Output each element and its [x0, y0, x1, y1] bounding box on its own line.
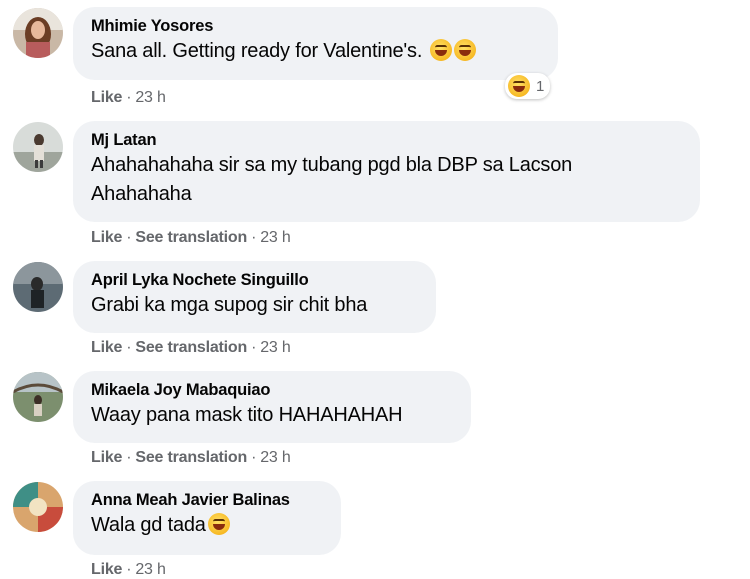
- comment-actions: Like · 23 h: [91, 89, 166, 107]
- reaction-count-badge[interactable]: 1: [505, 73, 551, 99]
- like-button[interactable]: Like: [91, 561, 122, 578]
- separator: ·: [126, 339, 132, 356]
- comment-bubble: April Lyka Nochete Singuillo Grabi ka mg…: [73, 261, 436, 333]
- comment-actions: Like · 23 h: [91, 561, 166, 579]
- timestamp[interactable]: 23 h: [135, 89, 166, 106]
- like-button[interactable]: Like: [91, 339, 122, 356]
- comment-actions: Like · See translation · 23 h: [91, 229, 291, 247]
- comment-bubble: Mhimie Yosores Sana all. Getting ready f…: [73, 7, 558, 80]
- separator: ·: [126, 229, 132, 246]
- see-translation-link[interactable]: See translation: [135, 339, 247, 356]
- timestamp[interactable]: 23 h: [260, 229, 291, 246]
- comment-text-line: Ahahahaha: [91, 183, 192, 205]
- comment-text: Grabi ka mga supog sir chit bha: [91, 294, 368, 316]
- like-button[interactable]: Like: [91, 89, 122, 106]
- avatar[interactable]: [13, 122, 63, 172]
- timestamp[interactable]: 23 h: [260, 449, 291, 466]
- tongue-emoji-icon: [453, 39, 476, 61]
- comment-text: Wala gd tada: [91, 511, 323, 540]
- avatar[interactable]: [13, 262, 63, 312]
- separator: ·: [251, 339, 257, 356]
- comment-author[interactable]: Mikaela Joy Mabaquiao: [91, 379, 453, 401]
- comment-author[interactable]: Mhimie Yosores: [91, 15, 540, 37]
- like-button[interactable]: Like: [91, 449, 122, 466]
- separator: ·: [251, 449, 257, 466]
- comment-text-content: Wala gd tada: [91, 514, 206, 536]
- comment-bubble: Anna Meah Javier Balinas Wala gd tada: [73, 481, 341, 555]
- separator: ·: [126, 449, 132, 466]
- avatar[interactable]: [13, 372, 63, 422]
- comment-actions: Like · See translation · 23 h: [91, 449, 291, 467]
- comment-text-content: Sana all. Getting ready for Valentine's.: [91, 40, 423, 62]
- comment-text: Sana all. Getting ready for Valentine's.: [91, 37, 540, 66]
- rofl-emoji-icon: [207, 513, 230, 535]
- comment-author[interactable]: Anna Meah Javier Balinas: [91, 489, 323, 511]
- comment-text: Waay pana mask tito HAHAHAHAH: [91, 404, 403, 426]
- comment-text-line: Ahahahahaha sir sa my tubang pgd bla DBP…: [91, 154, 573, 176]
- separator: ·: [126, 561, 132, 578]
- comment-bubble: Mj Latan Ahahahahaha sir sa my tubang pg…: [73, 121, 700, 222]
- comment-actions: Like · See translation · 23 h: [91, 339, 291, 357]
- avatar[interactable]: [13, 8, 63, 58]
- see-translation-link[interactable]: See translation: [135, 449, 247, 466]
- comment-bubble: Mikaela Joy Mabaquiao Waay pana mask tit…: [73, 371, 471, 443]
- see-translation-link[interactable]: See translation: [135, 229, 247, 246]
- like-button[interactable]: Like: [91, 229, 122, 246]
- comment-author[interactable]: April Lyka Nochete Singuillo: [91, 269, 418, 291]
- separator: ·: [126, 89, 132, 106]
- rofl-emoji-icon: [429, 39, 452, 61]
- haha-reaction-icon: [508, 75, 530, 97]
- reaction-count: 1: [536, 77, 545, 95]
- comment-author[interactable]: Mj Latan: [91, 129, 682, 151]
- separator: ·: [251, 229, 257, 246]
- avatar[interactable]: [13, 482, 63, 532]
- timestamp[interactable]: 23 h: [135, 561, 166, 578]
- timestamp[interactable]: 23 h: [260, 339, 291, 356]
